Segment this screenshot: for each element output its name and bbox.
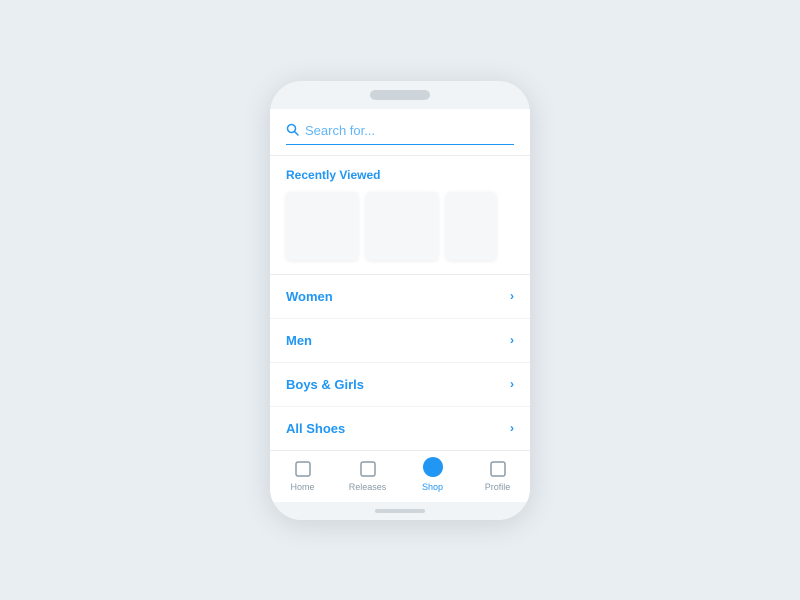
releases-icon (358, 459, 378, 479)
home-icon (293, 459, 313, 479)
category-label-boys-girls: Boys & Girls (286, 377, 364, 392)
home-indicator (375, 509, 425, 513)
recently-viewed-section: Recently Viewed (270, 156, 530, 275)
chevron-right-icon-women: › (510, 289, 514, 303)
nav-label-home: Home (290, 482, 314, 492)
profile-icon (488, 459, 508, 479)
category-item-women[interactable]: Women › (270, 275, 530, 319)
phone-top-bar (270, 81, 530, 109)
nav-item-releases[interactable]: Releases (335, 459, 400, 492)
bottom-nav: Home Releases Shop (270, 450, 530, 502)
nav-label-releases: Releases (349, 482, 387, 492)
thumbnail-1[interactable] (286, 192, 358, 260)
search-input[interactable] (305, 123, 514, 138)
notch (370, 90, 430, 100)
thumbnail-2[interactable] (366, 192, 438, 260)
chevron-right-icon-all-shoes: › (510, 421, 514, 435)
category-label-men: Men (286, 333, 312, 348)
thumbnails-row (286, 192, 514, 260)
category-item-boys-girls[interactable]: Boys & Girls › (270, 363, 530, 407)
recently-viewed-title: Recently Viewed (286, 168, 514, 182)
shop-icon (423, 459, 443, 479)
phone-shell: Recently Viewed Women › Men › Boys & Gir… (270, 81, 530, 520)
category-item-men[interactable]: Men › (270, 319, 530, 363)
category-item-all-shoes[interactable]: All Shoes › (270, 407, 530, 450)
nav-label-shop: Shop (422, 482, 443, 492)
thumbnail-3[interactable] (446, 192, 496, 260)
nav-item-shop[interactable]: Shop (400, 459, 465, 492)
nav-label-profile: Profile (485, 482, 511, 492)
nav-item-profile[interactable]: Profile (465, 459, 530, 492)
search-icon (286, 123, 299, 139)
chevron-right-icon-boys-girls: › (510, 377, 514, 391)
category-label-all-shoes: All Shoes (286, 421, 345, 436)
nav-item-home[interactable]: Home (270, 459, 335, 492)
screen: Recently Viewed Women › Men › Boys & Gir… (270, 109, 530, 502)
chevron-right-icon-men: › (510, 333, 514, 347)
search-section (270, 109, 530, 156)
phone-bottom-bar (270, 502, 530, 520)
categories-section: Women › Men › Boys & Girls › All Shoes › (270, 275, 530, 450)
search-bar[interactable] (286, 123, 514, 145)
category-label-women: Women (286, 289, 333, 304)
